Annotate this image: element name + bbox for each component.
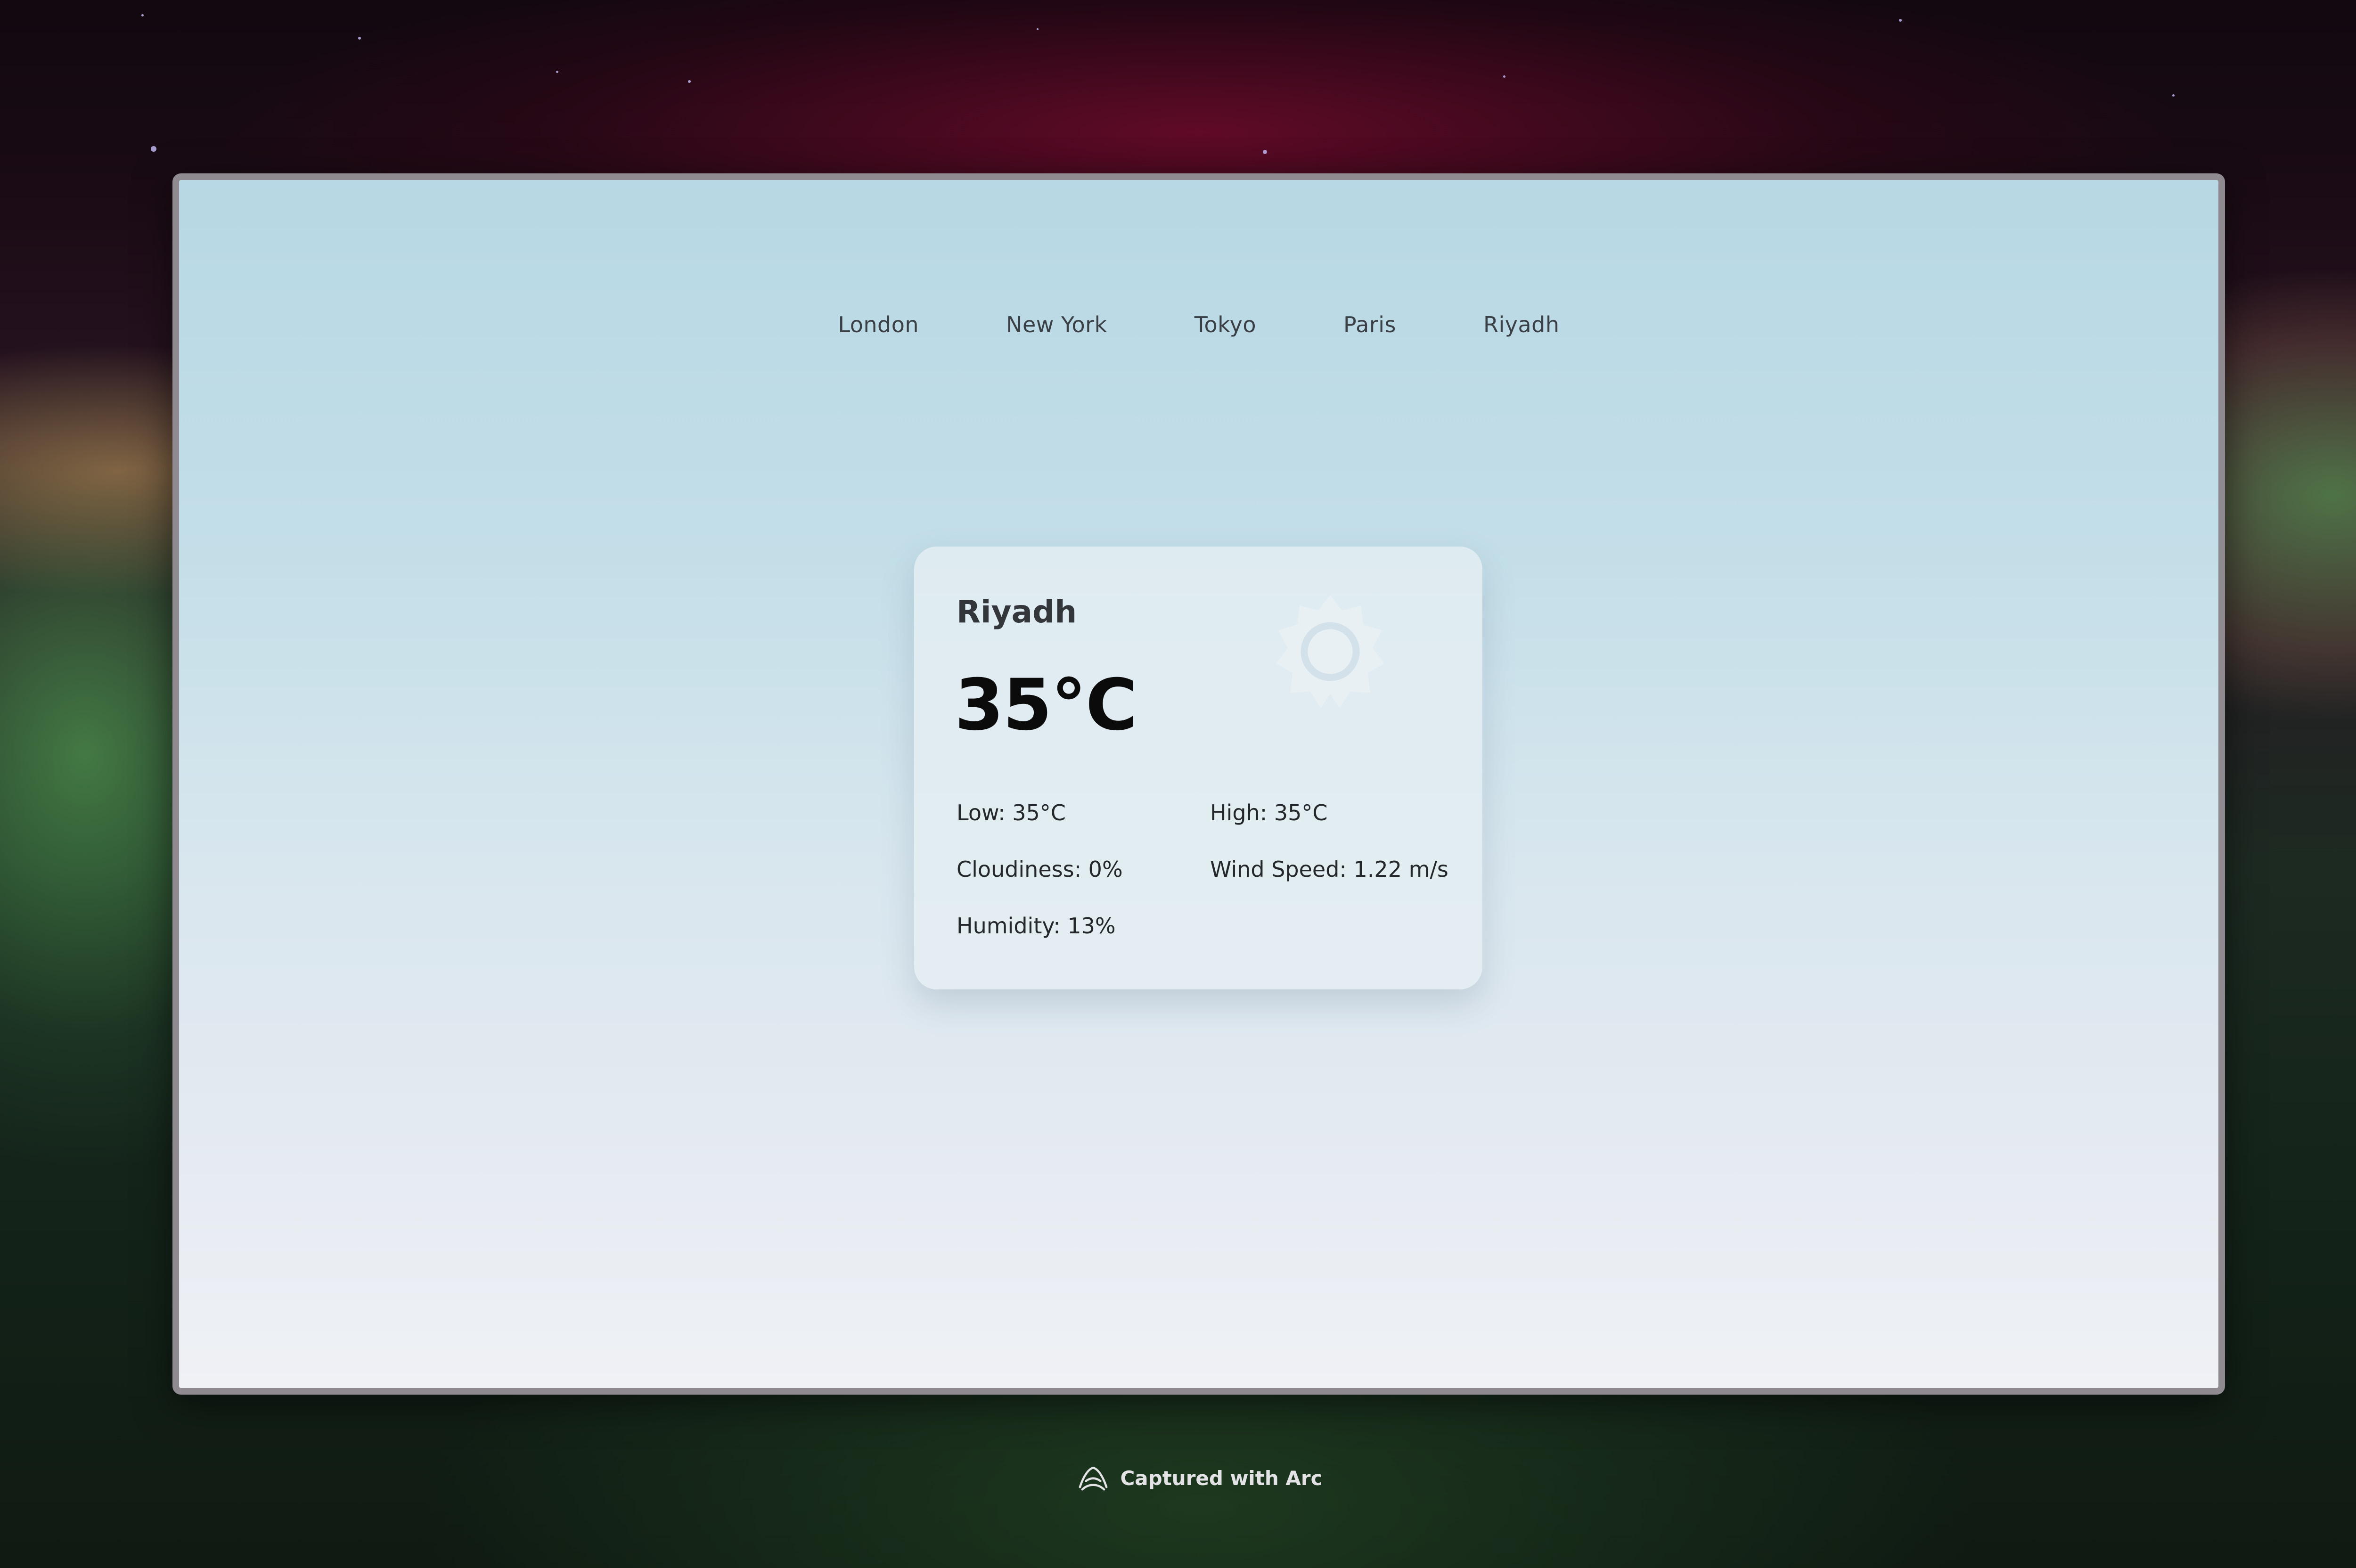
low-temperature: Low: 35°C	[957, 800, 1066, 825]
caption-text: Captured with Arc	[1120, 1466, 1323, 1490]
arc-capture-caption: Captured with Arc	[0, 1463, 2356, 1493]
star	[1503, 75, 1505, 78]
star	[141, 14, 144, 16]
browser-content-frame: London New York Tokyo Paris Riyadh Riyad…	[172, 173, 2225, 1395]
city-nav: London New York Tokyo Paris Riyadh	[179, 312, 2218, 337]
sun-icon	[1276, 595, 1384, 708]
star	[556, 71, 558, 73]
city-link-new-york[interactable]: New York	[1006, 312, 1107, 337]
weather-card: Riyadh 35°C Low: 35°C High: 35°C Cloudin…	[914, 547, 1482, 989]
city-link-tokyo[interactable]: Tokyo	[1194, 312, 1256, 337]
humidity: Humidity: 13%	[957, 913, 1116, 939]
arc-logo-icon	[1079, 1467, 1108, 1491]
city-link-london[interactable]: London	[838, 312, 919, 337]
star	[1263, 150, 1267, 154]
wind-speed: Wind Speed: 1.22 m/s	[1210, 857, 1448, 882]
star	[358, 37, 361, 40]
star	[1037, 28, 1039, 30]
city-link-paris[interactable]: Paris	[1343, 312, 1396, 337]
star	[688, 80, 691, 83]
current-temperature: 35°C	[955, 664, 1137, 746]
star	[151, 146, 156, 152]
high-temperature: High: 35°C	[1210, 800, 1328, 825]
star	[1899, 19, 1902, 22]
city-link-riyadh[interactable]: Riyadh	[1483, 312, 1560, 337]
weather-city-name: Riyadh	[957, 594, 1077, 630]
star	[2172, 94, 2175, 97]
cloudiness: Cloudiness: 0%	[957, 857, 1123, 882]
